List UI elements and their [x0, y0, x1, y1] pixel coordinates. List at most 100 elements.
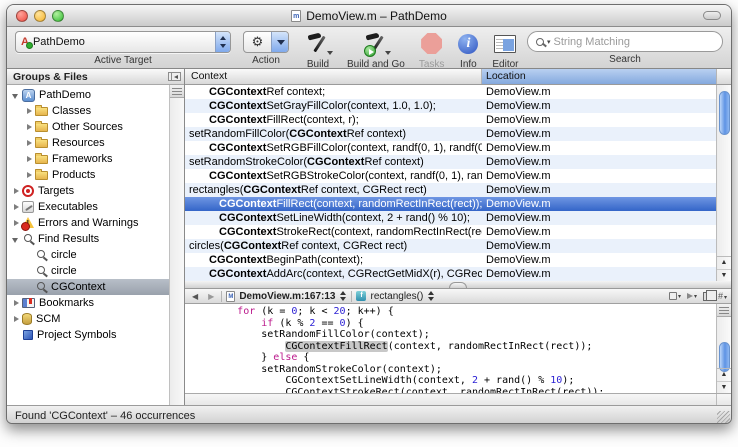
disclosure-triangle-icon[interactable]	[24, 106, 35, 117]
disclosure-triangle-icon[interactable]	[11, 298, 22, 309]
close-button[interactable]	[16, 10, 28, 22]
result-context: setRandomFillColor(CGContextRef context)	[185, 127, 482, 141]
sidebar-collapse-icon[interactable]	[168, 72, 181, 81]
back-arrow-icon[interactable]: ◀	[189, 292, 201, 301]
code-text[interactable]: for (k = 0; k < 20; k++) { if (k % 2 == …	[185, 304, 716, 393]
editor-scrollbar[interactable]: ▲ ▼	[716, 304, 731, 393]
sidebar-item-circle[interactable]: circle	[7, 263, 169, 279]
editor-split-icon[interactable]	[717, 304, 731, 317]
file-popup[interactable]: DemoView.m:167:13	[239, 291, 335, 302]
build-and-go-button[interactable]: Build and Go	[347, 31, 405, 70]
search-icon[interactable]	[536, 38, 544, 46]
sidebar-item-executables[interactable]: Executables	[7, 199, 169, 215]
search-scope-arrow-icon[interactable]: ▾	[547, 38, 551, 46]
column-header-context[interactable]: Context	[185, 69, 482, 84]
result-row[interactable]: CGContextFillRect(context, randomRectInR…	[185, 197, 731, 211]
sidebar-item-cgcontext[interactable]: CGContext	[7, 279, 169, 295]
zoom-button[interactable]	[52, 10, 64, 22]
symbol-popup-stepper-icon[interactable]	[427, 291, 435, 301]
code-line: } else {	[189, 352, 716, 364]
sidebar-item-classes[interactable]: Classes	[7, 103, 169, 119]
result-row[interactable]: CGContextSetRGBFillColor(context, randf(…	[185, 141, 731, 155]
disclosure-triangle-icon[interactable]	[11, 234, 22, 245]
breakpoint-menu-icon[interactable]: ▾	[687, 293, 697, 300]
sidebar-item-scm[interactable]: SCM	[7, 311, 169, 327]
result-location: DemoView.m	[482, 127, 731, 141]
result-location: DemoView.m	[482, 113, 731, 127]
file-popup-stepper-icon[interactable]	[339, 291, 347, 301]
forward-arrow-icon[interactable]: ▶	[205, 292, 217, 301]
sidebar-item-errors-and-warnings[interactable]: Errors and Warnings	[7, 215, 169, 231]
result-row[interactable]: CGContextAddArc(context, CGRectGetMidX(r…	[185, 267, 731, 281]
info-button[interactable]: i Info	[458, 31, 478, 70]
result-row[interactable]: CGContextSetRGBStrokeColor(context, rand…	[185, 169, 731, 183]
disclosure-triangle-icon[interactable]	[24, 138, 35, 149]
sidebar-item-label: Project Symbols	[37, 329, 116, 341]
disclosure-triangle-icon[interactable]	[11, 314, 22, 325]
splitter-dimple-icon[interactable]	[449, 282, 467, 288]
sidebar-item-bookmarks[interactable]: Bookmarks	[7, 295, 169, 311]
search-label: Search	[609, 54, 641, 65]
sidebar-item-other-sources[interactable]: Other Sources	[7, 119, 169, 135]
sidebar-item-targets[interactable]: Targets	[7, 183, 169, 199]
editor-button[interactable]: Editor	[492, 31, 518, 70]
sidebar-item-find-results[interactable]: Find Results	[7, 231, 169, 247]
search-input[interactable]: ▾ String Matching	[527, 31, 723, 52]
result-context: CGContextSetRGBStrokeColor(context, rand…	[185, 169, 482, 183]
result-row[interactable]: CGContextSetLineWidth(context, 2 + rand(…	[185, 211, 731, 225]
results-scrollbar[interactable]: ▲▼	[716, 85, 731, 281]
line-number-menu-icon[interactable]: #▾	[718, 291, 727, 301]
scroll-down-icon[interactable]: ▼	[717, 269, 731, 281]
result-row[interactable]: CGContextFillRect(context, r);DemoView.m	[185, 113, 731, 127]
action-label: Action	[252, 55, 280, 66]
scroll-up-icon[interactable]: ▲	[717, 369, 731, 381]
active-target-value: PathDemo	[33, 36, 215, 48]
disclosure-triangle-icon[interactable]	[24, 154, 35, 165]
result-location: DemoView.m	[482, 267, 731, 281]
editor-hscrollbar[interactable]	[185, 393, 731, 405]
sidebar-item-frameworks[interactable]: Frameworks	[7, 151, 169, 167]
build-button[interactable]: Build	[303, 31, 333, 70]
groups-files-tree: APathDemoClassesOther SourcesResourcesFr…	[7, 85, 169, 405]
result-location: DemoView.m	[482, 85, 731, 99]
sidebar-item-project-symbols[interactable]: Project Symbols	[7, 327, 169, 343]
result-location: DemoView.m	[482, 141, 731, 155]
result-row[interactable]: CGContextBeginPath(context);DemoView.m	[185, 253, 731, 267]
pane-splitter[interactable]	[185, 281, 731, 289]
column-header-location[interactable]: Location	[482, 69, 716, 84]
disclosure-triangle-icon[interactable]	[24, 170, 35, 181]
counterpart-icon[interactable]	[703, 292, 712, 301]
symbol-popup[interactable]: rectangles()	[370, 291, 423, 302]
sidebar-split-icon[interactable]	[170, 85, 184, 98]
disclosure-triangle-icon[interactable]	[11, 90, 22, 101]
disclosure-triangle-icon[interactable]	[11, 202, 22, 213]
active-target-popup[interactable]: A PathDemo	[15, 31, 231, 53]
result-row[interactable]: setRandomStrokeColor(CGContextRef contex…	[185, 155, 731, 169]
sidebar-item-circle[interactable]: circle	[7, 247, 169, 263]
result-row[interactable]: CGContextRef context;DemoView.m	[185, 85, 731, 99]
scroll-up-icon[interactable]: ▲	[717, 257, 731, 269]
header-corner	[716, 69, 731, 84]
result-row[interactable]: setRandomFillColor(CGContextRef context)…	[185, 127, 731, 141]
result-row[interactable]: circles(CGContextRef context, CGRect rec…	[185, 239, 731, 253]
result-row[interactable]: rectangles(CGContextRef context, CGRect …	[185, 183, 731, 197]
code-editor[interactable]: for (k = 0; k < 20; k++) { if (k % 2 == …	[185, 304, 731, 393]
scroll-down-icon[interactable]: ▼	[717, 381, 731, 393]
results-scroll-thumb[interactable]	[719, 91, 730, 135]
bookmark-menu-icon[interactable]: ▾	[669, 292, 681, 300]
disclosure-triangle-icon[interactable]	[24, 122, 35, 133]
book-icon	[22, 298, 35, 308]
find-results-list: CGContextRef context;DemoView.mCGContext…	[185, 85, 731, 281]
sidebar-item-pathdemo[interactable]: APathDemo	[7, 87, 169, 103]
result-row[interactable]: CGContextSetGrayFillColor(context, 1.0, …	[185, 99, 731, 113]
toolbar-toggle-button[interactable]	[703, 11, 721, 20]
sidebar-scrollbar[interactable]	[169, 85, 184, 405]
sidebar-item-resources[interactable]: Resources	[7, 135, 169, 151]
resize-grip-icon[interactable]	[717, 411, 730, 424]
title-bar[interactable]: m DemoView.m – PathDemo	[7, 5, 731, 27]
sidebar-item-products[interactable]: Products	[7, 167, 169, 183]
result-row[interactable]: CGContextStrokeRect(context, randomRectI…	[185, 225, 731, 239]
action-button[interactable]: ⚙	[243, 31, 289, 53]
minimize-button[interactable]	[34, 10, 46, 22]
disclosure-triangle-icon[interactable]	[11, 186, 22, 197]
